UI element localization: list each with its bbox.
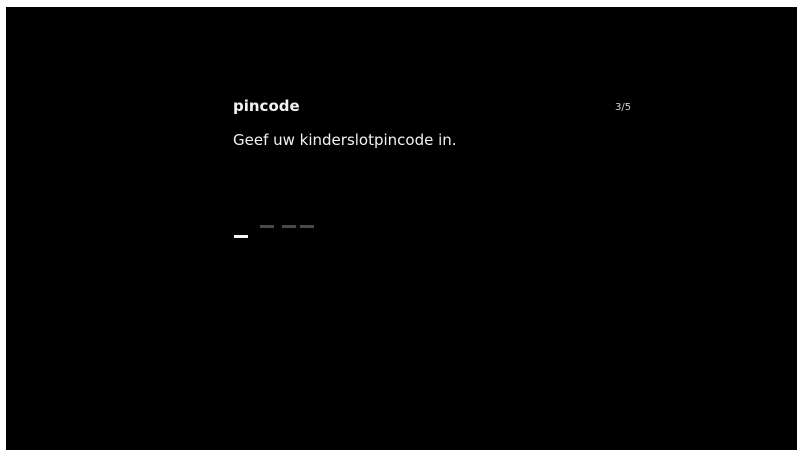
pin-digit-4[interactable]	[300, 225, 314, 228]
pin-digit-1[interactable]	[234, 235, 248, 238]
tv-screen: pincode 3/5 Geef uw kinderslotpincode in…	[6, 7, 797, 450]
instruction-text: Geef uw kinderslotpincode in.	[233, 131, 457, 149]
pin-digit-3[interactable]	[282, 225, 296, 228]
pin-digit-2[interactable]	[260, 225, 274, 228]
step-counter: 3/5	[615, 102, 632, 113]
page-title: pincode	[233, 97, 300, 115]
